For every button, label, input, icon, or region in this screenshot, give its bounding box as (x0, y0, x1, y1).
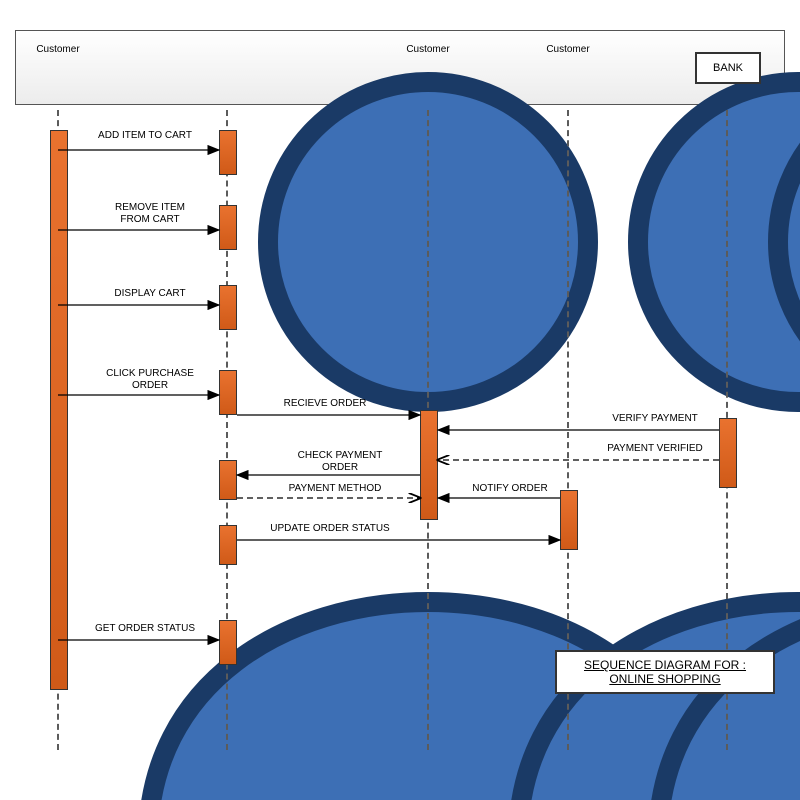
sequence-diagram: Customer Customer Customer BANK ADD ITEM… (0, 0, 800, 800)
title-text: SEQUENCE DIAGRAM FOR : ONLINE SHOPPING (567, 658, 763, 686)
diagram-title: SEQUENCE DIAGRAM FOR : ONLINE SHOPPING (555, 650, 775, 694)
